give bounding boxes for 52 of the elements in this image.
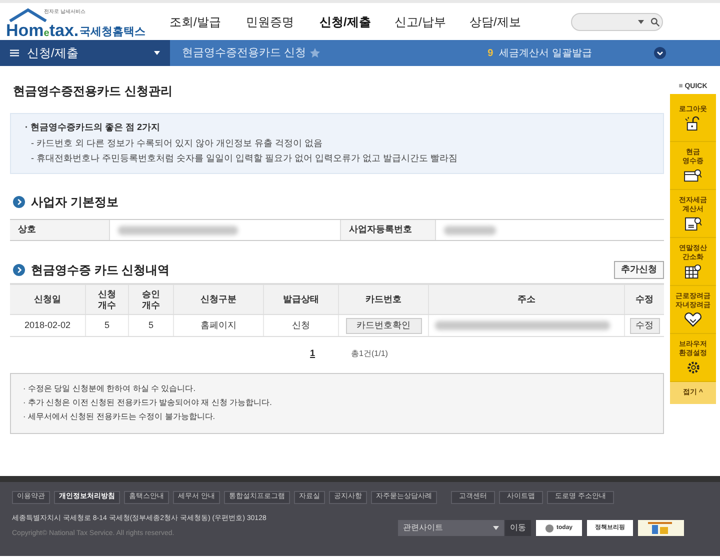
- field-label: 사업자등록번호: [340, 220, 436, 240]
- caret-icon: [493, 526, 499, 530]
- table-cell-text: 신청: [292, 318, 310, 332]
- search-icon: [650, 16, 660, 26]
- site-banner-icon: [638, 520, 684, 536]
- table-cell-text: 홈페이지: [200, 318, 236, 332]
- info-line: - 카드번호 외 다른 정보가 수록되어 있지 않아 개인정보 유출 걱정이 없음: [31, 136, 324, 150]
- ticker-number: 9: [488, 46, 494, 60]
- section-heading: 현금영수증 카드 신청내역: [31, 262, 170, 279]
- menu-tab[interactable]: 신청/제출: [308, 12, 383, 30]
- emblem-icon: [545, 524, 554, 532]
- column-header: 신청일: [10, 285, 86, 314]
- caret-icon: [154, 51, 160, 55]
- section-dropdown[interactable]: 신청/제출: [0, 40, 170, 66]
- column-header: 승인 개수: [129, 285, 174, 314]
- table-cell-text: 2018-02-02: [24, 318, 71, 332]
- caret-icon: [638, 20, 644, 24]
- column-header: 주소: [429, 285, 625, 314]
- ticker-text[interactable]: 세금계산서 일괄발급: [499, 46, 592, 60]
- note-line: · 세무서에서 신청된 전용카드는 수정이 불가능합니다.: [23, 411, 216, 423]
- breadcrumb-page: 현금영수증전용카드 신청: [182, 46, 306, 61]
- star-icon: [310, 48, 320, 58]
- page-link[interactable]: 1: [310, 347, 316, 360]
- column-header: 신청구분: [174, 285, 264, 314]
- expand-icon: [654, 47, 666, 59]
- table-cell-text: 5: [148, 318, 154, 332]
- info-heading: · 현금영수증카드의 좋은 점 2가지: [25, 121, 162, 134]
- go-button[interactable]: 이동: [505, 520, 531, 536]
- menu-icon: [10, 49, 19, 57]
- table-cell-text: 5: [104, 318, 110, 332]
- menu-tab[interactable]: 상담/제보: [458, 12, 533, 30]
- page-total: 총1건(1/1): [351, 348, 388, 360]
- section-heading: 사업자 기본정보: [31, 194, 118, 211]
- column-header: 카드번호: [339, 285, 429, 314]
- note-line: · 수정은 당일 신청분에 한하여 하실 수 있습니다.: [23, 383, 196, 395]
- search-field[interactable]: [571, 12, 663, 30]
- column-header: 발급상태: [264, 285, 339, 314]
- page-title: 현금영수증전용카드 신청관리: [13, 83, 174, 100]
- info-line: - 휴대전화번호나 주민등록번호처럼 숫자를 일일이 입력할 필요가 없어 입력오류가 없고 발급시간도 빨라짐: [31, 152, 459, 166]
- field-label: 상호: [10, 220, 110, 240]
- add-application-button[interactable]: 추가신청: [614, 261, 664, 279]
- menu-tab[interactable]: 민원증명: [232, 12, 308, 30]
- bullet-icon: [13, 196, 25, 208]
- menu-tab[interactable]: 조회/발급: [158, 12, 233, 30]
- column-header: 수정: [634, 293, 654, 306]
- edit-button[interactable]: 수정: [630, 318, 660, 334]
- column-header: 신청 개수: [86, 285, 129, 314]
- card-number-button[interactable]: 카드번호확인: [346, 318, 422, 334]
- bullet-icon: [13, 264, 25, 276]
- related-sites-dropdown[interactable]: 관련사이트: [398, 520, 504, 536]
- note-line: · 추가 신청은 이전 신청된 전용카드가 발송되어야 재 신청 가능합니다.: [23, 397, 273, 409]
- menu-tab[interactable]: 신고/납부: [382, 12, 458, 30]
